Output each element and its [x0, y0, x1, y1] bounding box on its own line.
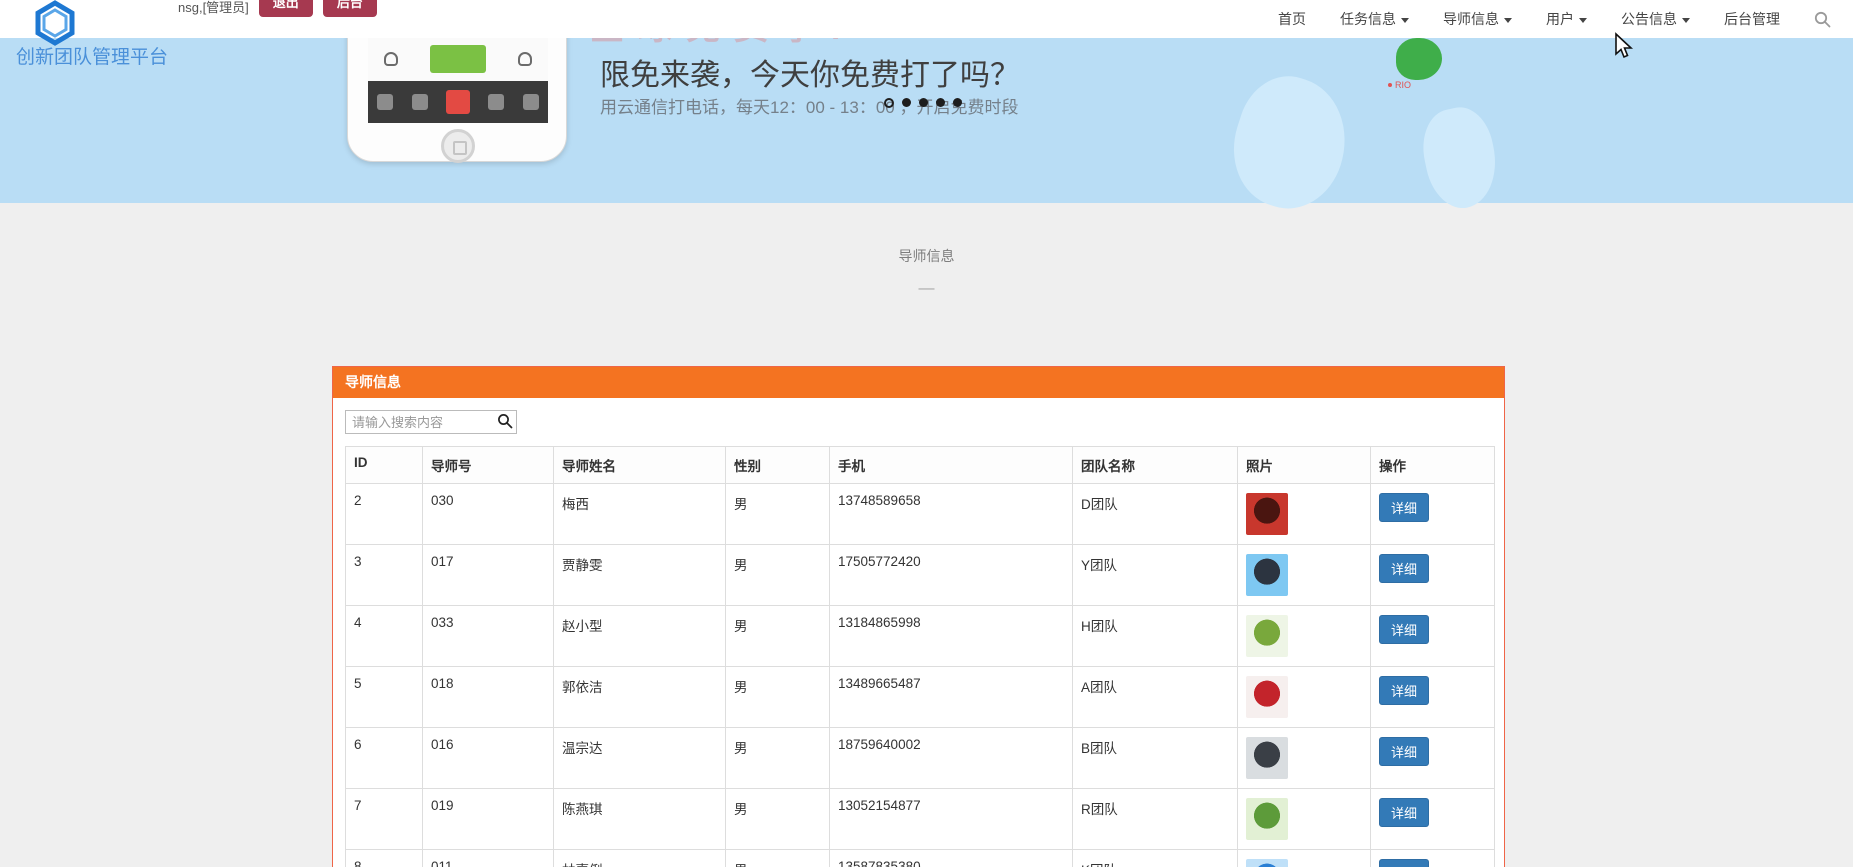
col-header-phone: 手机: [829, 446, 1073, 484]
search-icon[interactable]: [1814, 11, 1831, 28]
table-row: 8 011 林嘉俐 男 13587835380 K团队 详细: [345, 849, 1495, 867]
nav-item-mentors[interactable]: 导师信息: [1443, 9, 1512, 29]
search-input[interactable]: [345, 410, 517, 434]
table-row: 4 033 赵小型 男 13184865998 H团队 详细: [345, 605, 1495, 667]
carousel-dots: [884, 98, 962, 108]
nav-item-admin[interactable]: 后台管理: [1724, 9, 1780, 29]
detail-button[interactable]: 详细: [1379, 554, 1430, 583]
map-marker-dot: [1388, 83, 1392, 87]
carousel-dot-active[interactable]: [884, 98, 894, 108]
table-search: [345, 410, 517, 434]
chevron-down-icon: [1682, 17, 1690, 23]
backend-button[interactable]: 后台: [322, 0, 377, 17]
mouse-cursor: [1612, 32, 1634, 65]
detail-button[interactable]: 详细: [1379, 615, 1430, 644]
col-header-mentor-name: 导师姓名: [553, 446, 726, 484]
mentor-photo: [1246, 676, 1288, 718]
logout-button[interactable]: 退出: [258, 0, 313, 17]
table-row: 7 019 陈燕琪 男 13052154877 R团队 详细: [345, 788, 1495, 850]
detail-button[interactable]: 详细: [1379, 676, 1430, 705]
banner-headline: 限免来袭，今天你免费打了吗？: [600, 59, 1020, 92]
table-row: 2 030 梅西 男 13748589658 D团队 详细: [345, 483, 1495, 545]
phone-screen: [368, 37, 548, 123]
chevron-down-icon: [1579, 17, 1587, 23]
col-header-actions: 操作: [1370, 446, 1495, 484]
detail-button[interactable]: 详细: [1379, 493, 1430, 522]
mentor-photo: [1246, 554, 1288, 596]
hexagon-logo-icon: [35, 0, 75, 46]
platform-title: 创新团队管理平台: [16, 47, 169, 68]
map-shape: [1217, 64, 1363, 222]
search-submit-icon[interactable]: [496, 413, 514, 431]
carousel-dot[interactable]: [902, 98, 911, 107]
map-shape: [1415, 101, 1505, 215]
section-divider: —: [918, 280, 935, 297]
brand-block[interactable]: 创新团队管理平台: [16, 0, 168, 69]
table-row: 5 018 郭依洁 男 13489665487 A团队 详细: [345, 666, 1495, 728]
mentor-table: ID 导师号 导师姓名 性别 手机 团队名称 照片 操作 2 030 梅西 男 …: [345, 446, 1495, 867]
carousel-dot[interactable]: [953, 98, 962, 107]
app-icon: [488, 94, 505, 110]
chevron-down-icon: [1504, 17, 1512, 23]
red-app-icon: [445, 90, 470, 114]
detail-button[interactable]: 详细: [1379, 737, 1430, 766]
panel-header: 导师信息: [333, 367, 1504, 398]
col-header-gender: 性别: [725, 446, 830, 484]
table-header-row: ID 导师号 导师姓名 性别 手机 团队名称 照片 操作: [345, 446, 1495, 484]
detail-button[interactable]: 详细: [1379, 798, 1430, 827]
nav-item-users[interactable]: 用户: [1546, 9, 1587, 29]
app-icon: [411, 94, 428, 110]
carousel-dot[interactable]: [936, 98, 945, 107]
table-row: 3 017 贾静雯 男 17505772420 Y团队 详细: [345, 544, 1495, 606]
hero-banner: 全球免费享! 限免来袭，今天你免费打了吗？ 用云通信打电话，每天12：00 - …: [0, 0, 1853, 222]
top-navbar: nsg,[管理员] 退出 后台 首页 任务信息 导师信息 用户 公告信息 后台管…: [0, 0, 1853, 38]
nav-item-announcements[interactable]: 公告信息: [1621, 9, 1690, 29]
user-bar: nsg,[管理员] 退出 后台: [178, 0, 377, 17]
phone-home-button: [441, 129, 475, 163]
green-call-button-graphic: [430, 45, 486, 73]
mentor-info-panel: 导师信息 ID 导师号 导师姓名 性别 手机 团队名称 照片: [332, 366, 1505, 867]
eye-icon: [518, 52, 532, 66]
nav-item-tasks[interactable]: 任务信息: [1340, 9, 1409, 29]
map-green-region: [1396, 38, 1442, 80]
col-header-mentor-no: 导师号: [422, 446, 554, 484]
logged-in-user-label: nsg,[管理员]: [178, 0, 249, 15]
mentor-photo: [1246, 737, 1288, 779]
mentor-photo: [1246, 493, 1288, 535]
app-icon: [377, 94, 394, 110]
carousel-dot[interactable]: [919, 98, 928, 107]
nav-menu: 首页 任务信息 导师信息 用户 公告信息 后台管理: [1278, 0, 1831, 38]
table-row: 6 016 温宗达 男 18759640002 B团队 详细: [345, 727, 1495, 789]
detail-button[interactable]: 详细: [1379, 859, 1430, 867]
map-city-label: RIO: [1388, 80, 1411, 90]
col-header-id: ID: [345, 446, 423, 484]
mentor-photo: [1246, 798, 1288, 840]
section-heading: 导师信息 —: [0, 246, 1853, 298]
col-header-photo: 照片: [1237, 446, 1371, 484]
chevron-down-icon: [1401, 17, 1409, 23]
col-header-team: 团队名称: [1072, 446, 1238, 484]
nav-item-home[interactable]: 首页: [1278, 9, 1306, 29]
app-icon: [522, 94, 539, 110]
bell-icon: [384, 52, 398, 66]
section-title: 导师信息: [898, 248, 955, 264]
mentor-photo: [1246, 859, 1288, 867]
mentor-photo: [1246, 615, 1288, 657]
